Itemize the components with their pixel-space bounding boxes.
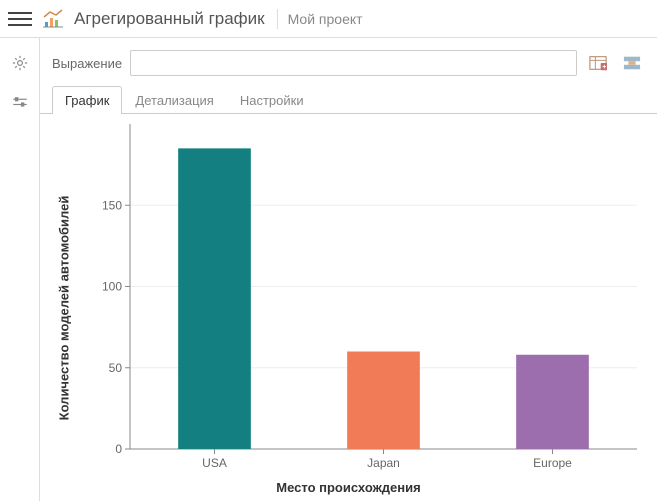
menu-icon[interactable] [8, 7, 32, 31]
bar-Japan[interactable] [347, 352, 420, 450]
header-bar: Агрегированный график Мой проект [0, 0, 657, 38]
expression-input[interactable] [130, 50, 577, 76]
sliders-icon[interactable] [9, 92, 31, 114]
x-tick-label: USA [202, 456, 227, 470]
y-tick-label: 50 [109, 361, 123, 375]
tab-chart[interactable]: График [52, 86, 122, 114]
tab-settings[interactable]: Настройки [227, 86, 317, 114]
tab-bar: График Детализация Настройки [40, 84, 657, 114]
page-title: Агрегированный график [74, 9, 265, 29]
x-tick-label: Europe [533, 456, 572, 470]
layout-icon[interactable] [619, 51, 645, 75]
expression-label: Выражение [52, 56, 122, 71]
gear-icon[interactable] [9, 52, 31, 74]
tab-detail[interactable]: Детализация [122, 86, 226, 114]
bar-Europe[interactable] [516, 355, 589, 449]
bar-USA[interactable] [178, 148, 251, 449]
bar-chart: 0 50 100 150 USA Japan Europe [40, 114, 657, 501]
app-icon [42, 9, 66, 29]
x-axis-label: Место происхождения [40, 480, 657, 495]
expression-row: Выражение [40, 38, 657, 84]
chart-pane: Количество моделей автомобилей 050100150… [40, 114, 657, 501]
data-table-icon[interactable] [585, 51, 611, 75]
x-tick-label: Japan [367, 456, 400, 470]
divider [277, 9, 278, 29]
left-rail [0, 38, 40, 501]
y-tick-label: 0 [115, 442, 122, 456]
y-tick-label: 100 [102, 280, 122, 294]
y-tick-label: 150 [102, 198, 122, 212]
project-name: Мой проект [288, 11, 363, 27]
